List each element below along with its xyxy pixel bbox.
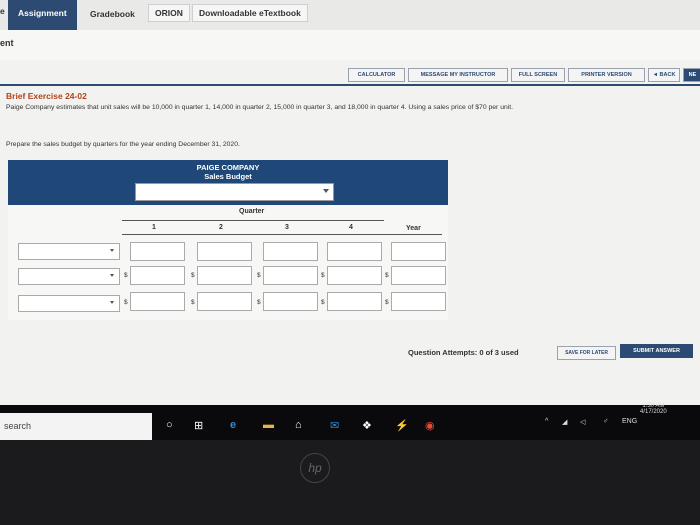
next-button[interactable]: NE bbox=[683, 68, 700, 82]
quarter-underline bbox=[122, 220, 384, 221]
submit-answer-button[interactable]: SUBMIT ANSWER bbox=[620, 344, 693, 358]
row2-year-input[interactable] bbox=[391, 266, 446, 285]
printer-version-button[interactable]: PRINTER VERSION bbox=[568, 68, 645, 82]
budget-title: Sales Budget bbox=[204, 172, 252, 181]
row1-label-select[interactable] bbox=[18, 243, 120, 260]
search-box[interactable]: search bbox=[0, 413, 152, 440]
pin-icon[interactable]: ⚡ bbox=[395, 419, 409, 432]
file-explorer-icon[interactable]: ▬ bbox=[263, 419, 274, 431]
course-tab-bar: e Assignment Gradebook ORION Downloadabl… bbox=[0, 0, 700, 31]
chevron-up-icon[interactable]: ^ bbox=[545, 418, 548, 425]
quarter-label: Quarter bbox=[239, 208, 265, 215]
exercise-title: Brief Exercise 24-02 bbox=[6, 91, 87, 101]
column-header-q2: 2 bbox=[219, 224, 223, 231]
page-header: ent bbox=[0, 30, 700, 60]
row3-q4-input[interactable] bbox=[327, 292, 382, 311]
search-input[interactable]: search bbox=[4, 421, 31, 431]
row3-label-select[interactable] bbox=[18, 295, 120, 312]
mail-icon[interactable]: ✉ bbox=[330, 419, 339, 432]
exercise-prompt: Prepare the sales budget by quarters for… bbox=[6, 141, 240, 148]
row1-year-input[interactable] bbox=[391, 242, 446, 261]
period-select[interactable] bbox=[135, 183, 334, 201]
hp-logo: hp bbox=[300, 453, 330, 483]
volume-icon[interactable]: ◁ bbox=[580, 418, 585, 426]
store-icon[interactable]: ⌂ bbox=[295, 419, 302, 431]
row2-label-select[interactable] bbox=[18, 268, 120, 285]
column-header-year: Year bbox=[406, 225, 421, 232]
header-underline bbox=[122, 234, 442, 235]
clock[interactable]: 1:30 AM 4/17/2020 bbox=[640, 403, 667, 415]
tab-prev[interactable]: e bbox=[0, 6, 5, 16]
calculator-button[interactable]: CALCULATOR bbox=[348, 68, 405, 82]
header-divider bbox=[0, 84, 700, 86]
start-circle-icon[interactable]: ○ bbox=[166, 419, 173, 431]
dollar-sign: $ bbox=[191, 299, 195, 306]
row1-q2-input[interactable] bbox=[197, 242, 252, 261]
chevron-down-icon bbox=[110, 249, 114, 252]
tab-orion[interactable]: ORION bbox=[148, 4, 190, 22]
dollar-sign: $ bbox=[321, 299, 325, 306]
row3-q2-input[interactable] bbox=[197, 292, 252, 311]
browser-screen: e Assignment Gradebook ORION Downloadabl… bbox=[0, 0, 700, 405]
tab-assignment[interactable]: Assignment bbox=[8, 0, 77, 30]
chrome-icon[interactable]: ◉ bbox=[425, 419, 435, 432]
chevron-down-icon bbox=[110, 274, 114, 277]
back-button[interactable]: ◄ BACK bbox=[648, 68, 680, 82]
page-title: ent bbox=[0, 38, 14, 48]
dollar-sign: $ bbox=[257, 299, 261, 306]
row1-q1-input[interactable] bbox=[130, 242, 185, 261]
message-instructor-button[interactable]: MESSAGE MY INSTRUCTOR bbox=[408, 68, 508, 82]
dollar-sign: $ bbox=[124, 272, 128, 279]
column-header-q4: 4 bbox=[349, 224, 353, 231]
dollar-sign: $ bbox=[124, 299, 128, 306]
row3-q3-input[interactable] bbox=[263, 292, 318, 311]
tab-etextbook[interactable]: Downloadable eTextbook bbox=[192, 4, 308, 22]
wifi-icon[interactable]: ◢ bbox=[562, 418, 567, 426]
clock-date: 4/17/2020 bbox=[640, 409, 667, 415]
language-indicator[interactable]: ENG bbox=[622, 418, 637, 425]
exercise-text: Paige Company estimates that unit sales … bbox=[6, 104, 514, 111]
chevron-down-icon bbox=[110, 301, 114, 304]
dollar-sign: $ bbox=[257, 272, 261, 279]
question-attempts: Question Attempts: 0 of 3 used bbox=[408, 348, 519, 357]
row2-q4-input[interactable] bbox=[327, 266, 382, 285]
dollar-sign: $ bbox=[321, 272, 325, 279]
column-header-q1: 1 bbox=[152, 224, 156, 231]
chevron-down-icon bbox=[323, 189, 329, 193]
row1-q4-input[interactable] bbox=[327, 242, 382, 261]
row3-q1-input[interactable] bbox=[130, 292, 185, 311]
save-for-later-button[interactable]: SAVE FOR LATER bbox=[557, 346, 616, 360]
row2-q2-input[interactable] bbox=[197, 266, 252, 285]
edge-browser-icon[interactable]: e bbox=[230, 419, 236, 431]
row3-year-input[interactable] bbox=[391, 292, 446, 311]
dollar-sign: $ bbox=[385, 272, 389, 279]
column-header-q3: 3 bbox=[285, 224, 289, 231]
row2-q1-input[interactable] bbox=[130, 266, 185, 285]
dollar-sign: $ bbox=[191, 272, 195, 279]
network-icon[interactable]: ♂ bbox=[603, 418, 608, 425]
dollar-sign: $ bbox=[385, 299, 389, 306]
row2-q3-input[interactable] bbox=[263, 266, 318, 285]
row1-q3-input[interactable] bbox=[263, 242, 318, 261]
company-name: PAIGE COMPANY bbox=[196, 163, 260, 172]
tab-gradebook[interactable]: Gradebook bbox=[90, 9, 135, 19]
full-screen-button[interactable]: FULL SCREEN bbox=[511, 68, 565, 82]
task-view-icon[interactable]: ⊞ bbox=[194, 419, 203, 432]
dropbox-icon[interactable]: ❖ bbox=[362, 419, 372, 432]
